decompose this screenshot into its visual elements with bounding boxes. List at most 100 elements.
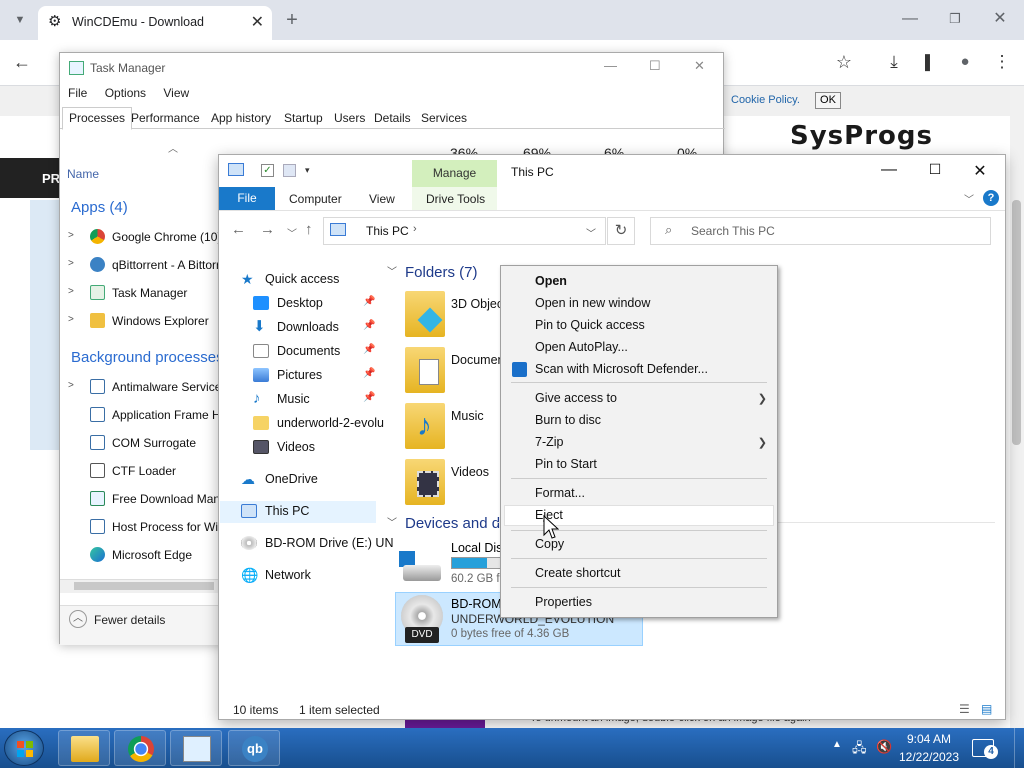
collapse-chevron-icon: ﹀ <box>387 518 397 529</box>
expand-ribbon-icon[interactable]: ﹀ <box>964 191 974 206</box>
back-icon[interactable]: ← <box>231 221 246 238</box>
fewer-details-button[interactable]: Fewer details <box>94 613 165 627</box>
page-scroll-thumb[interactable] <box>1012 200 1021 445</box>
taskbar-explorer[interactable] <box>58 730 110 766</box>
new-tab-icon[interactable]: + <box>280 10 304 30</box>
recent-locations-icon[interactable]: ﹀ <box>287 225 297 240</box>
address-dropdown-icon[interactable]: ﹀ <box>586 225 596 240</box>
download-icon[interactable]: ⤓ <box>882 52 906 72</box>
tab-app-history[interactable]: App history <box>211 111 271 125</box>
nav-label: Documents <box>277 344 341 358</box>
menu-file[interactable]: File <box>68 86 87 100</box>
menu-separator <box>511 382 767 383</box>
back-icon[interactable]: ← <box>10 52 34 72</box>
minimize-icon[interactable]: — <box>898 9 922 29</box>
profile-icon[interactable]: ● <box>953 52 977 72</box>
tab-search-icon[interactable]: ▼ <box>8 10 32 30</box>
menu-open-autoplay[interactable]: Open AutoPlay... <box>535 340 628 354</box>
expand-chevron-icon[interactable]: > <box>68 380 78 391</box>
start-button[interactable] <box>4 730 44 766</box>
folder-videos[interactable]: Videos <box>405 459 515 515</box>
menu-options[interactable]: Options <box>105 86 146 100</box>
cookie-ok-button[interactable]: OK <box>815 92 841 109</box>
close-tab-icon[interactable]: ✕ <box>251 12 264 32</box>
menu-give-access[interactable]: Give access to <box>535 391 617 405</box>
maximize-icon[interactable]: ☐ <box>649 58 661 74</box>
taskbar-qbittorrent[interactable]: qb <box>228 730 280 766</box>
cookie-policy-link[interactable]: Cookie Policy. <box>731 94 800 106</box>
menu-scan-defender[interactable]: Scan with Microsoft Defender... <box>535 362 708 376</box>
nav-label: Videos <box>277 440 315 454</box>
forward-icon[interactable]: → <box>260 221 275 238</box>
side-panel-icon[interactable]: ▌ <box>918 52 942 72</box>
scroll-thumb[interactable] <box>74 582 214 590</box>
star-icon[interactable]: ☆ <box>832 52 856 72</box>
menu-burn-disc[interactable]: Burn to disc <box>535 413 601 427</box>
expand-chevron-icon[interactable]: > <box>68 230 78 241</box>
folder-documents[interactable]: Documents <box>405 347 515 403</box>
column-name[interactable]: Name <box>67 167 99 181</box>
minimize-icon[interactable]: — <box>879 161 899 179</box>
menu-icon[interactable]: ⋮ <box>990 52 1014 72</box>
expand-chevron-icon[interactable]: > <box>68 286 78 297</box>
menu-create-shortcut[interactable]: Create shortcut <box>535 566 620 580</box>
help-icon[interactable]: ? <box>983 190 999 206</box>
menu-7zip[interactable]: 7-Zip <box>535 435 563 449</box>
ribbon-view-tab[interactable]: View <box>369 192 395 206</box>
menu-format[interactable]: Format... <box>535 486 585 500</box>
menu-pin-quick-access[interactable]: Pin to Quick access <box>535 318 645 332</box>
taskbar-chrome[interactable] <box>114 730 166 766</box>
folder-music[interactable]: ♪ Music <box>405 403 515 459</box>
tab-startup[interactable]: Startup <box>284 111 323 125</box>
tab-details[interactable]: Details <box>374 111 411 125</box>
expand-chevron-icon[interactable]: > <box>68 314 78 325</box>
status-selected: 1 item selected <box>299 703 380 717</box>
task-manager-title: Task Manager <box>90 61 166 75</box>
maximize-icon[interactable]: ☐ <box>925 161 945 178</box>
properties-icon[interactable]: ✓ <box>261 164 274 177</box>
menu-open[interactable]: Open <box>535 274 567 288</box>
nav-label: Downloads <box>277 320 339 334</box>
menu-properties[interactable]: Properties <box>535 595 592 609</box>
up-icon[interactable]: ↑ <box>305 221 313 238</box>
tiles-view-icon[interactable]: ▤ <box>981 702 992 716</box>
folder-icon <box>253 416 269 430</box>
explorer-title: This PC <box>511 165 554 179</box>
service-icon <box>90 407 105 422</box>
close-icon[interactable]: ✕ <box>970 161 990 181</box>
chrome-tab[interactable]: ⚙ WinCDEmu - Download ✕ <box>38 6 272 40</box>
close-window-icon[interactable]: ✕ <box>988 9 1012 29</box>
tab-processes[interactable]: Processes <box>62 107 133 130</box>
folders-section-header[interactable]: ﹀ Folders (7) <box>387 263 478 281</box>
menu-pin-start[interactable]: Pin to Start <box>535 457 597 471</box>
folder-3d-objects[interactable]: 3D Objects <box>405 291 515 347</box>
taskbar-task-manager[interactable] <box>170 730 222 766</box>
restore-icon[interactable]: ❐ <box>943 9 967 29</box>
close-icon[interactable]: ✕ <box>694 58 705 74</box>
manage-tab[interactable]: Manage <box>412 160 497 187</box>
clock-date[interactable]: 12/22/2023 <box>897 750 961 764</box>
volume-muted-icon[interactable]: 🔇 <box>876 739 892 755</box>
menu-open-new-window[interactable]: Open in new window <box>535 296 650 310</box>
show-hidden-icons-icon[interactable]: ▲ <box>832 739 842 750</box>
tab-services[interactable]: Services <box>421 111 467 125</box>
menu-view[interactable]: View <box>163 86 189 100</box>
sysprogs-logo[interactable]: SysProgs <box>790 121 933 151</box>
new-folder-icon[interactable] <box>283 164 296 177</box>
ribbon-computer-tab[interactable]: Computer <box>289 192 342 206</box>
customize-toolbar-icon[interactable]: ▾ <box>305 165 310 176</box>
network-icon[interactable]: 🖧 <box>852 739 867 761</box>
clock-time[interactable]: 9:04 AM <box>900 732 958 746</box>
expand-chevron-icon[interactable]: > <box>68 258 78 269</box>
ribbon-drive-tools-tab[interactable]: Drive Tools <box>426 192 485 206</box>
nav-bar-text[interactable]: PR <box>42 171 60 186</box>
tab-users[interactable]: Users <box>334 111 365 125</box>
collapse-icon[interactable]: ︿ <box>69 610 87 628</box>
breadcrumb-chevron-icon[interactable]: › <box>413 223 417 235</box>
details-view-icon[interactable]: ☰ <box>959 702 970 716</box>
ribbon-file-tab[interactable]: File <box>219 187 275 210</box>
refresh-icon[interactable]: ↻ <box>607 217 635 245</box>
show-desktop-button[interactable] <box>1014 728 1024 768</box>
minimize-icon[interactable]: — <box>604 58 617 73</box>
tab-performance[interactable]: Performance <box>131 111 200 125</box>
